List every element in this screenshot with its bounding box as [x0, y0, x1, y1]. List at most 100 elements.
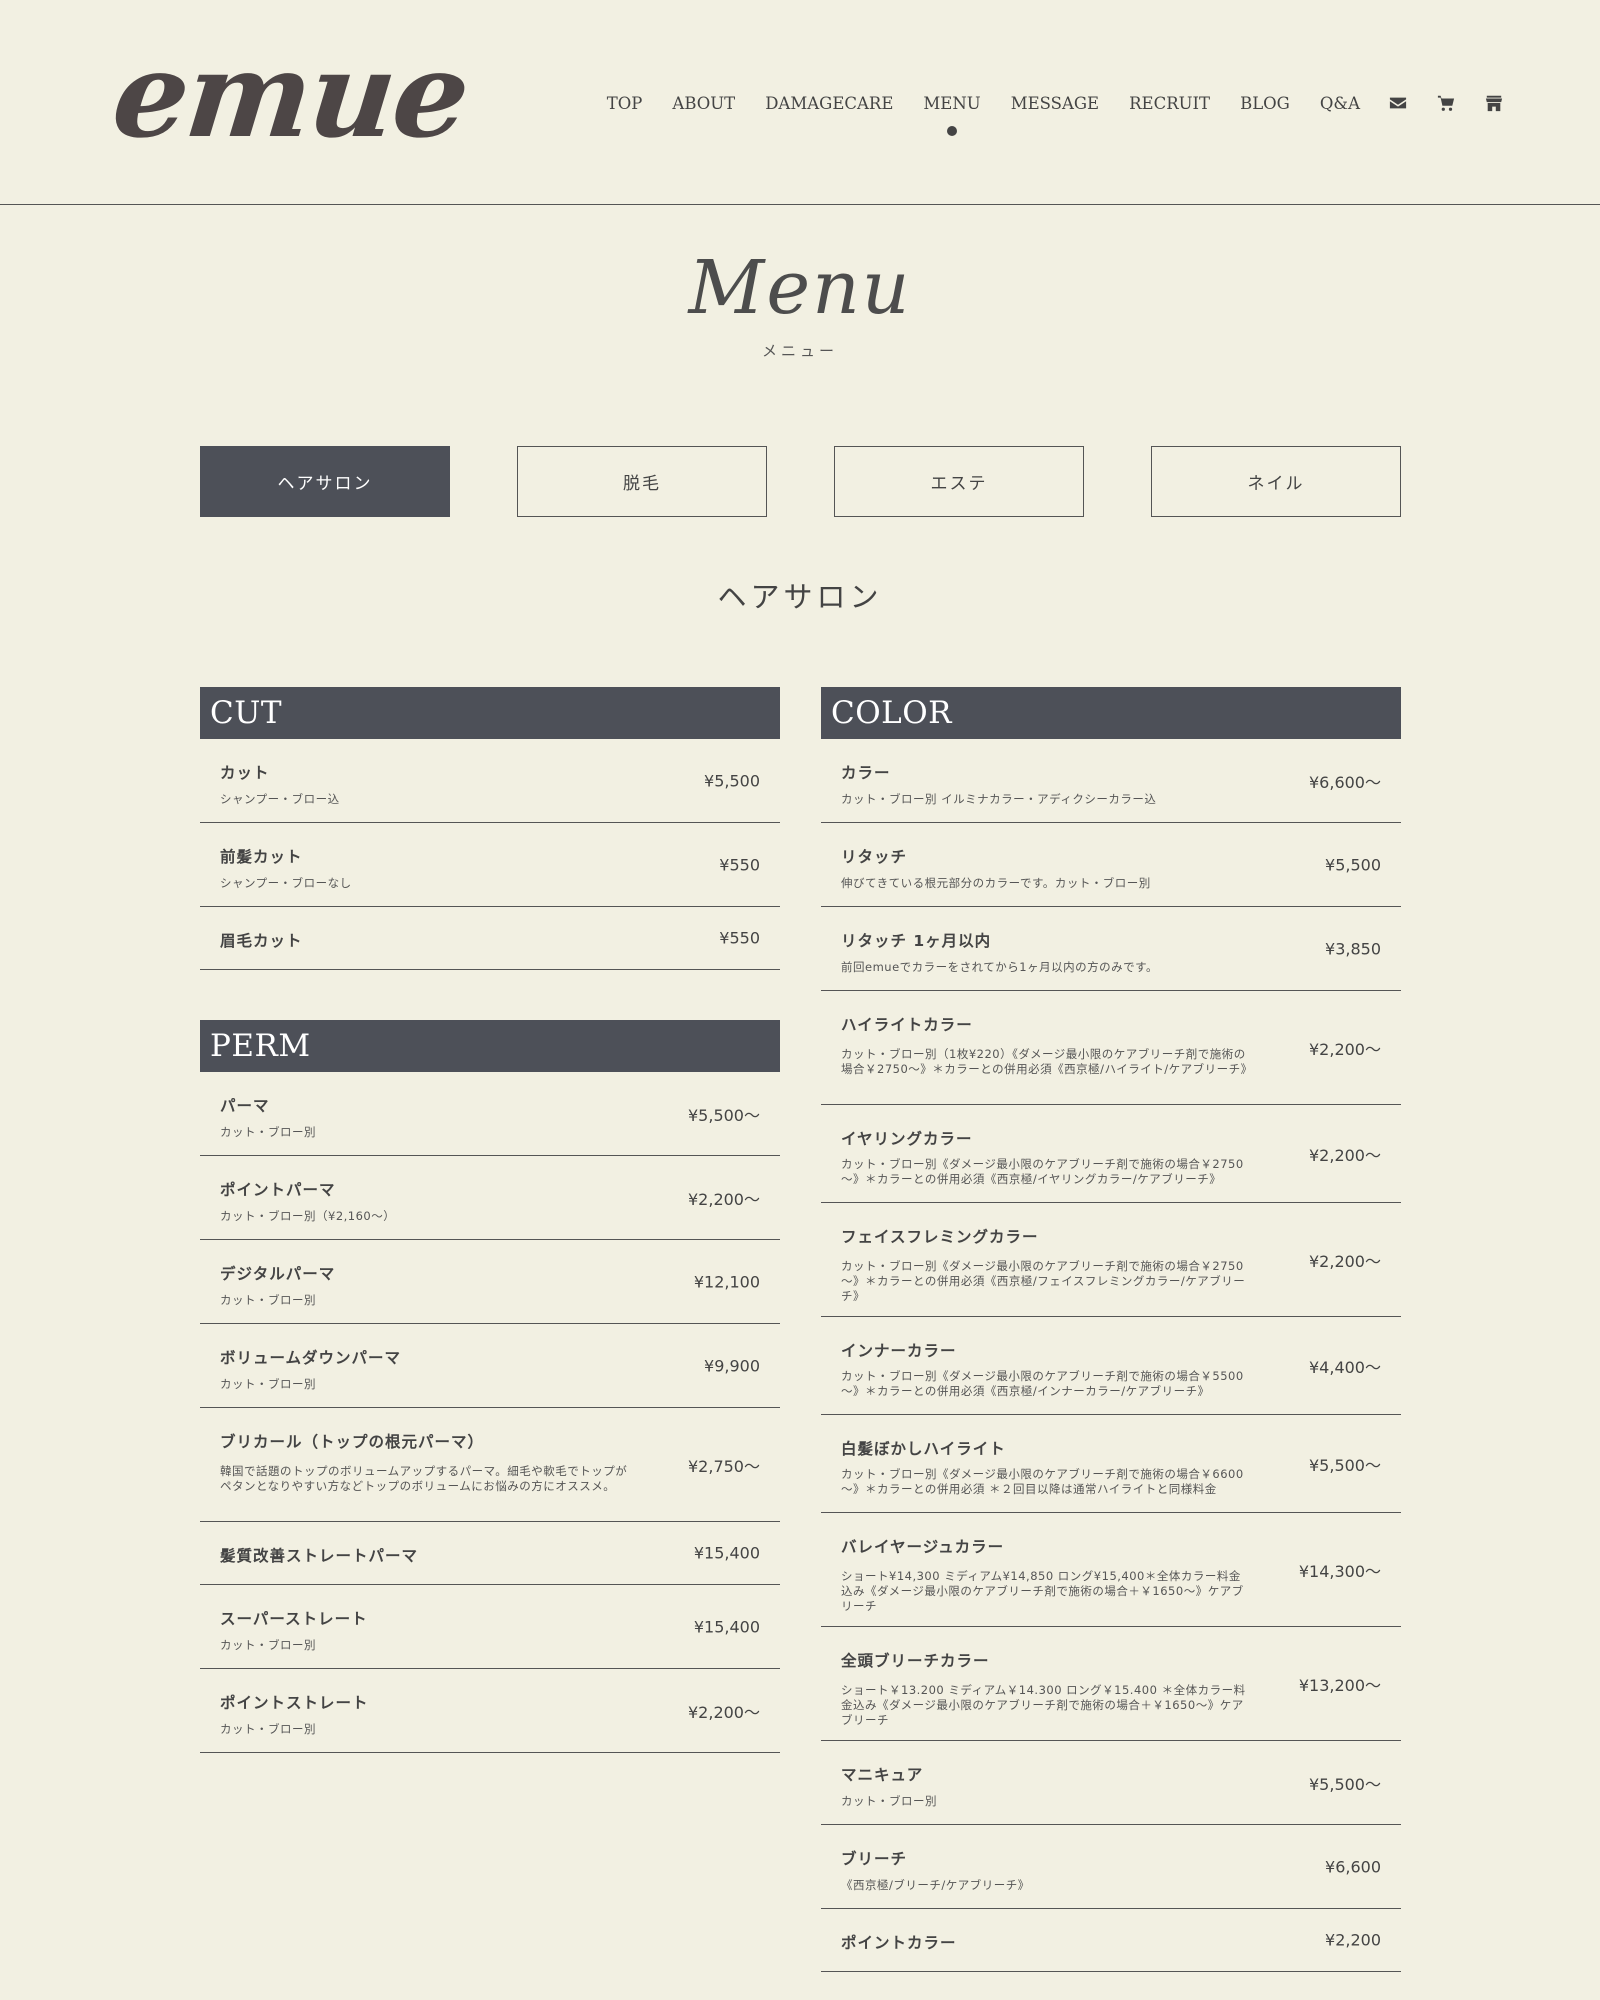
nav-recruit[interactable]: RECRUIT: [1129, 94, 1210, 113]
item-name: フェイスフレミングカラー: [841, 1228, 1039, 1246]
item-desc: シャンプー・ブロー込: [220, 792, 340, 806]
item-desc: 前回emueでカラーをされてから1ヶ月以内の方のみです。: [841, 960, 1158, 974]
item-name: ポイントストレート: [220, 1694, 369, 1712]
item-name: 全頭ブリーチカラー: [841, 1652, 990, 1670]
item-desc: 《西京極/ブリーチ/ケアブリーチ》: [841, 1878, 1030, 1892]
item-name: スーパーストレート: [220, 1610, 368, 1628]
cart-icon[interactable]: [1436, 93, 1456, 113]
item-name: パーマ: [220, 1097, 270, 1115]
item-desc: ショート￥13.200 ミディアム￥14.300 ロング￥15.400 ＊全体カ…: [841, 1683, 1246, 1727]
nav-blog[interactable]: BLOG: [1240, 94, 1290, 113]
item-price: ¥550: [719, 855, 760, 874]
item-desc: カット・ブロー別: [841, 1794, 937, 1808]
item-price: ¥4,400～: [1309, 1357, 1381, 1377]
item-price: ¥9,900: [704, 1356, 760, 1375]
menu-item: 前髪カット シャンプー・ブローなし ¥550: [200, 823, 780, 907]
menu-item: カラー カット・ブロー別 イルミナカラー・アディクシーカラー込 ¥6,600～: [821, 739, 1401, 823]
item-price: ¥5,500～: [1309, 1774, 1381, 1794]
item-name: バレイヤージュカラー: [841, 1538, 1005, 1556]
menu-item: デジタルパーマ カット・ブロー別 ¥12,100: [200, 1240, 780, 1324]
nav-message[interactable]: MESSAGE: [1011, 94, 1099, 113]
tab-hair-salon[interactable]: ヘアサロン: [200, 446, 450, 517]
menu-item: イヤリングカラー カット・ブロー別《ダメージ最小限のケアブリーチ剤で施術の場合￥…: [821, 1105, 1401, 1203]
item-desc: カット・ブロー別（¥2,160～）: [220, 1209, 396, 1223]
page-subtitle: メニュー: [761, 342, 838, 360]
menu-item: スーパーストレート カット・ブロー別 ¥15,400: [200, 1585, 780, 1669]
nav-menu[interactable]: MENU: [923, 94, 981, 136]
item-price: ¥2,750～: [688, 1456, 760, 1476]
menu-item: ハイライトカラー カット・ブロー別（1枚¥220）《ダメージ最小限のケアブリーチ…: [821, 991, 1401, 1105]
menu-item: パーマ カット・ブロー別 ¥5,500～: [200, 1072, 780, 1156]
item-name: ポイントカラー: [841, 1934, 957, 1952]
page-heading: Menu メニュー: [0, 238, 1600, 361]
item-desc: カット・ブロー別（1枚¥220）《ダメージ最小限のケアブリーチ剤で施術の場合￥2…: [841, 1047, 1253, 1076]
menu-item: ボリュームダウンパーマ カット・ブロー別 ¥9,900: [200, 1324, 780, 1408]
item-price: ¥2,200～: [688, 1702, 760, 1722]
item-price: ¥14,300～: [1298, 1561, 1381, 1581]
menu-item: 白髪ぼかしハイライト カット・ブロー別《ダメージ最小限のケアブリーチ剤で施術の場…: [821, 1415, 1401, 1513]
category-tabs: ヘアサロン 脱毛 エステ ネイル: [200, 446, 1401, 517]
nav-about[interactable]: ABOUT: [672, 94, 735, 113]
site-header: emue TOP ABOUT DAMAGECARE MENU MESSAGE R…: [0, 0, 1600, 205]
item-name: マニキュア: [841, 1766, 924, 1784]
menu-item: ブリカール（トップの根元パーマ） 韓国で話題のトップのボリュームアップするパーマ…: [200, 1408, 780, 1522]
menu-item: ブリーチ 《西京極/ブリーチ/ケアブリーチ》 ¥6,600: [821, 1825, 1401, 1909]
item-name: ブリーチ: [841, 1850, 908, 1868]
tab-esthetic[interactable]: エステ: [834, 446, 1084, 517]
menu-item: リタッチ 伸びてきている根元部分のカラーです。カット・ブロー別 ¥5,500: [821, 823, 1401, 907]
menu-item: ポイントパーマ カット・ブロー別（¥2,160～） ¥2,200～: [200, 1156, 780, 1240]
item-price: ¥5,500: [704, 771, 760, 790]
item-desc: ショート¥14,300 ミディアム¥14,850 ロング¥15,400＊全体カラ…: [841, 1569, 1244, 1613]
item-name: デジタルパーマ: [220, 1265, 336, 1283]
item-desc: カット・ブロー別《ダメージ最小限のケアブリーチ剤で施術の場合￥5500～》＊カラ…: [841, 1369, 1244, 1398]
menu-item: 眉毛カット ¥550: [200, 907, 780, 970]
envelope-icon[interactable]: [1388, 93, 1408, 113]
item-name: 前髪カット: [220, 848, 303, 866]
item-desc: カット・ブロー別: [220, 1638, 316, 1652]
item-price: ¥13,200～: [1298, 1675, 1381, 1695]
brand-logo[interactable]: emue: [107, 25, 474, 164]
top-nav: TOP ABOUT DAMAGECARE MENU MESSAGE RECRUI…: [577, 88, 1504, 136]
perm-header: PERM: [200, 1020, 780, 1072]
item-desc: カット・ブロー別《ダメージ最小限のケアブリーチ剤で施術の場合￥2750～》＊カラ…: [841, 1157, 1244, 1186]
menu-item: ポイントストレート カット・ブロー別 ¥2,200～: [200, 1669, 780, 1753]
item-desc: カット・ブロー別 イルミナカラー・アディクシーカラー込: [841, 792, 1157, 806]
item-desc: シャンプー・ブローなし: [220, 876, 352, 890]
item-name: リタッチ 1ヶ月以内: [841, 932, 992, 950]
item-price: ¥6,600: [1325, 1857, 1381, 1876]
item-price: ¥5,500～: [688, 1105, 760, 1125]
tab-nail[interactable]: ネイル: [1151, 446, 1401, 517]
cut-header: CUT: [200, 687, 780, 739]
menu-item: バレイヤージュカラー ショート¥14,300 ミディアム¥14,850 ロング¥…: [821, 1513, 1401, 1627]
left-column: CUT カット シャンプー・ブロー込 ¥5,500 前髪カット シャンプー・ブロ…: [200, 687, 780, 1753]
item-desc: カット・ブロー別: [220, 1125, 316, 1139]
item-desc: カット・ブロー別: [220, 1377, 316, 1391]
nav-top[interactable]: TOP: [607, 94, 643, 113]
color-header: COLOR: [821, 687, 1401, 739]
item-price: ¥2,200～: [1309, 1251, 1381, 1271]
item-price: ¥3,850: [1325, 939, 1381, 958]
menu-item: リタッチ 1ヶ月以内 前回emueでカラーをされてから1ヶ月以内の方のみです。 …: [821, 907, 1401, 991]
item-price: ¥15,400: [693, 1543, 760, 1563]
item-desc: カット・ブロー別: [220, 1293, 316, 1307]
menu-item: マニキュア カット・ブロー別 ¥5,500～: [821, 1741, 1401, 1825]
store-icon[interactable]: [1484, 93, 1504, 113]
item-name: ボリュームダウンパーマ: [220, 1349, 402, 1367]
item-name: ブリカール（トップの根元パーマ）: [220, 1433, 485, 1451]
item-name: イヤリングカラー: [841, 1130, 973, 1148]
tab-hair-removal[interactable]: 脱毛: [517, 446, 767, 517]
item-price: ¥550: [719, 928, 760, 948]
item-name: 眉毛カット: [220, 932, 303, 950]
item-price: ¥5,500～: [1309, 1455, 1381, 1475]
section-title: ヘアサロン: [717, 580, 883, 614]
item-name: ハイライトカラー: [841, 1016, 973, 1034]
item-name: 髪質改善ストレートパーマ: [220, 1547, 419, 1565]
nav-qa[interactable]: Q&A: [1320, 94, 1360, 113]
item-desc: カット・ブロー別: [220, 1722, 316, 1736]
item-desc: 韓国で話題のトップのボリュームアップするパーマ。細毛や軟毛でトップがペタンとなり…: [220, 1464, 628, 1493]
item-name: 白髪ぼかしハイライト: [841, 1440, 1006, 1458]
item-desc: カット・ブロー別《ダメージ最小限のケアブリーチ剤で施術の場合￥6600～》＊カラ…: [841, 1467, 1244, 1496]
menu-item: フェイスフレミングカラー カット・ブロー別《ダメージ最小限のケアブリーチ剤で施術…: [821, 1203, 1401, 1317]
menu-item: カット シャンプー・ブロー込 ¥5,500: [200, 739, 780, 823]
nav-damagecare[interactable]: DAMAGECARE: [765, 94, 893, 113]
